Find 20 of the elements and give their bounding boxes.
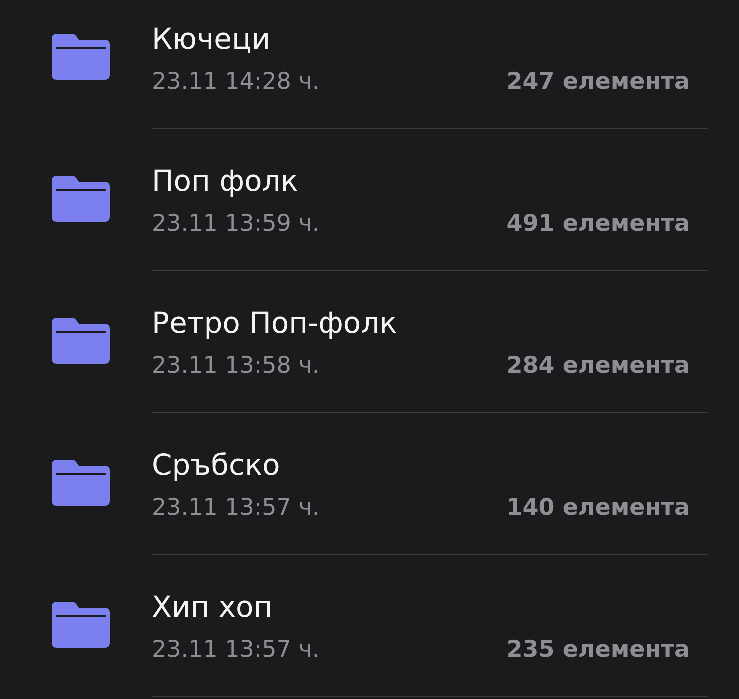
folder-icon	[52, 460, 110, 506]
folder-name: Кючеци	[152, 21, 272, 57]
item-count: 247 елемента	[506, 68, 690, 97]
folder-icon	[52, 34, 110, 80]
modified-date: 23.11 13:58 ч.	[152, 352, 320, 381]
folder-name: Ретро Поп-фолк	[152, 305, 398, 341]
modified-date: 23.11 13:57 ч.	[152, 494, 320, 523]
folder-icon	[52, 176, 110, 222]
folder-icon	[52, 318, 110, 364]
folder-name: Поп фолк	[152, 163, 300, 199]
item-count: 140 елемента	[506, 494, 690, 523]
folder-name: Сръбско	[152, 447, 282, 483]
item-count: 235 елемента	[506, 636, 690, 665]
modified-date: 23.11 14:28 ч.	[152, 68, 320, 97]
item-count: 284 елемента	[506, 352, 690, 381]
item-count: 491 елемента	[506, 210, 690, 239]
folder-icon	[52, 602, 110, 648]
modified-date: 23.11 13:57 ч.	[152, 636, 320, 665]
modified-date: 23.11 13:59 ч.	[152, 210, 320, 239]
folder-name: Хип хоп	[152, 589, 274, 625]
